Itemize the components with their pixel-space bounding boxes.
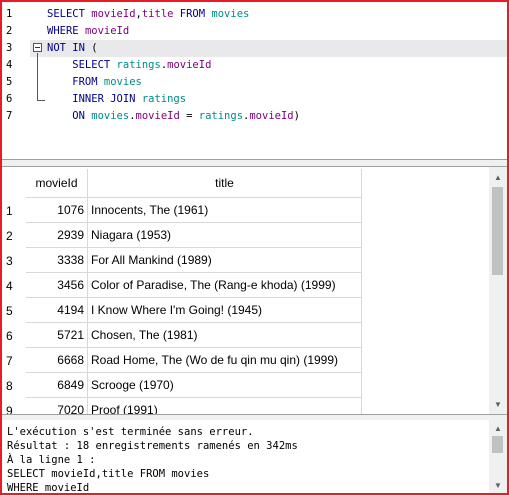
code-token: FROM [47,76,104,88]
cell-movieid[interactable]: 3338 [26,248,88,273]
grid-scroll-thumb[interactable] [492,187,503,275]
fold-toggle-icon[interactable] [33,43,42,52]
cell-title[interactable]: For All Mankind (1989) [88,248,362,273]
code-line[interactable]: ON movies.movieId = ratings.movieId) [47,108,300,125]
results-grid[interactable]: movieId title 1 1076 Innocents, The (1961)… [2,167,507,414]
table-row[interactable]: 4 3456 Color of Paradise, The (Rang-e khod… [2,273,488,298]
code-token: movieId [91,8,136,20]
code-line[interactable]: SELECT movieId,title FROM movies [47,6,249,23]
code-token: ratings [116,59,161,71]
table-row[interactable]: 9 7020 Proof (1991) [2,398,488,414]
messages-scroll-down-arrow-icon[interactable]: ▼ [489,477,507,493]
table-row[interactable]: 5 4194 I Know Where I'm Going! (1945) [2,298,488,323]
line-number: 6 [6,93,13,105]
cell-title[interactable]: Innocents, The (1961) [88,198,362,223]
code-token: movies [91,110,130,122]
cell-title[interactable]: I Know Where I'm Going! (1945) [88,298,362,323]
code-line[interactable]: NOT IN ( [47,40,98,57]
row-number[interactable]: 9 [2,398,26,415]
cell-title[interactable]: Scrooge (1970) [88,373,362,398]
column-header-movieid[interactable]: movieId [26,169,88,198]
messages-scroll-up-arrow-icon[interactable]: ▲ [489,420,507,436]
row-number[interactable]: 8 [2,373,26,398]
cell-title[interactable]: Chosen, The (1981) [88,323,362,348]
table-row[interactable]: 1 1076 Innocents, The (1961) [2,198,488,223]
code-token: ( [91,42,98,54]
code-token: movies [103,76,142,88]
line-number: 1 [6,8,13,20]
line-number: 5 [6,76,13,88]
row-number[interactable]: 2 [2,223,26,248]
cell-movieid[interactable]: 6849 [26,373,88,398]
cell-title[interactable]: Proof (1991) [88,398,362,414]
splitter-editor-grid[interactable] [2,159,507,167]
messages-vertical-scrollbar[interactable]: ▲ ▼ [489,420,507,493]
line-number: 4 [6,59,13,71]
fold-guide-end [37,100,45,101]
code-token: movies [211,8,250,20]
table-row[interactable]: 3 3338 For All Mankind (1989) [2,248,488,273]
message-line: Résultat : 18 enregistrements ramenés en… [7,440,298,452]
row-number[interactable]: 7 [2,348,26,373]
code-token: FROM [173,8,212,20]
app-window: 1 SELECT movieId,title FROM movies 2 WHERE … [0,0,509,495]
current-line-highlight [30,40,507,57]
code-token: movieId [135,110,180,122]
code-line[interactable]: WHERE movieId [47,23,129,40]
messages-scroll-thumb[interactable] [492,436,503,453]
code-token: INNER JOIN [47,93,142,105]
code-token: ratings [198,110,244,122]
code-token: ) [293,110,300,122]
line-number: 7 [6,110,13,122]
scroll-up-arrow-icon[interactable]: ▲ [489,169,507,185]
code-line[interactable]: FROM movies [47,74,142,91]
code-token: SELECT [47,8,92,20]
cell-title[interactable]: Color of Paradise, The (Rang-e khoda) (1… [88,273,362,298]
cell-movieid[interactable]: 1076 [26,198,88,223]
scroll-down-arrow-icon[interactable]: ▼ [489,396,507,412]
cell-movieid[interactable]: 4194 [26,298,88,323]
message-line: SELECT movieId,title FROM movies [7,468,210,480]
code-token: NOT IN [47,42,92,54]
message-line: WHERE movieId [7,482,90,493]
row-number[interactable]: 5 [2,298,26,323]
code-token: ratings [141,93,187,105]
table-row[interactable]: 7 6668 Road Home, The (Wo de fu qin mu qin… [2,348,488,373]
cell-title[interactable]: Niagara (1953) [88,223,362,248]
code-token: ON [47,110,92,122]
message-panel: L'exécution s'est terminée sans erreur. R… [2,420,507,493]
message-line: L'exécution s'est terminée sans erreur. [7,426,254,438]
sql-editor[interactable]: 1 SELECT movieId,title FROM movies 2 WHERE … [2,2,507,159]
cell-movieid[interactable]: 3456 [26,273,88,298]
table-row[interactable]: 2 2939 Niagara (1953) [2,223,488,248]
code-token: movieId [84,25,130,37]
code-token: movieId [249,110,294,122]
cell-title[interactable]: Road Home, The (Wo de fu qin mu qin) (19… [88,348,362,373]
code-token: = [179,110,199,122]
grid-vertical-scrollbar[interactable]: ▲ ▼ [489,167,507,414]
code-token: movieId [167,59,212,71]
code-line[interactable]: SELECT ratings.movieId [47,57,211,74]
table-row[interactable]: 6 5721 Chosen, The (1981) [2,323,488,348]
row-number[interactable]: 6 [2,323,26,348]
table-row[interactable]: 8 6849 Scrooge (1970) [2,373,488,398]
row-number[interactable]: 1 [2,198,26,223]
cell-movieid[interactable]: 6668 [26,348,88,373]
code-token: title [141,8,174,20]
row-number[interactable]: 4 [2,273,26,298]
cell-movieid[interactable]: 2939 [26,223,88,248]
cell-movieid[interactable]: 7020 [26,398,88,414]
line-number: 2 [6,25,13,37]
message-line: À la ligne 1 : [7,454,96,466]
line-number: 3 [6,42,13,54]
cell-movieid[interactable]: 5721 [26,323,88,348]
fold-guide [37,53,38,100]
column-header-title[interactable]: title [88,169,362,198]
code-line[interactable]: INNER JOIN ratings [47,91,186,108]
code-token: SELECT [47,59,117,71]
row-number[interactable]: 3 [2,248,26,273]
code-token: WHERE [47,25,85,37]
